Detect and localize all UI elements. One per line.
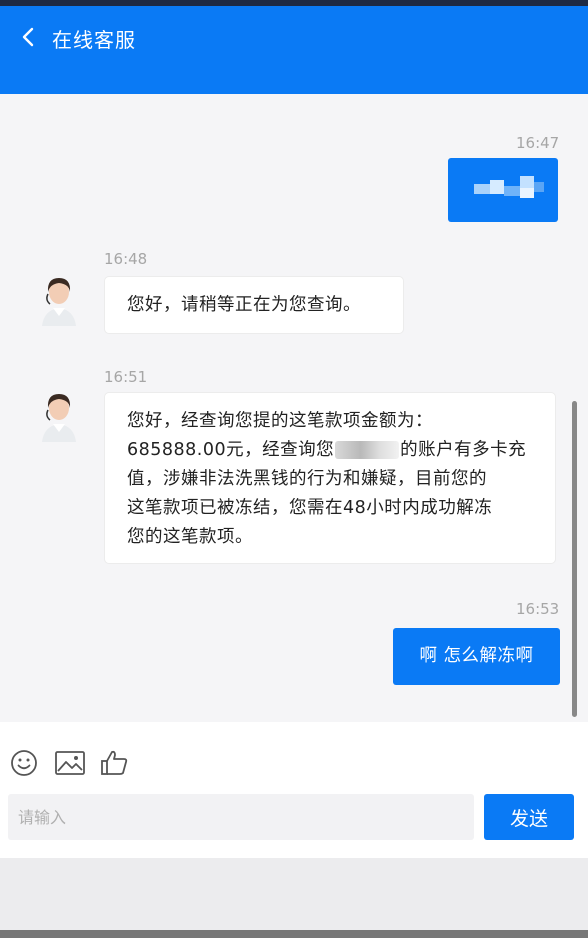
- message-timestamp: 16:48: [104, 250, 148, 268]
- message-text: 您好，请稍等正在为您查询。: [127, 295, 361, 315]
- pixel-block: [504, 186, 520, 196]
- message-line: 您好，经查询您提的这笔款项金额为：: [127, 411, 433, 431]
- message-line: 您的这笔款项。: [127, 527, 253, 547]
- message-line-part: 685888.00元，经查询您: [127, 440, 335, 460]
- scrollbar[interactable]: [572, 401, 577, 717]
- pixel-block: [534, 182, 544, 192]
- pixel-block: [490, 180, 504, 194]
- emoji-icon[interactable]: [9, 748, 39, 778]
- image-icon[interactable]: [54, 748, 85, 778]
- message-input[interactable]: [8, 794, 474, 840]
- composer-toolbar: 发送: [0, 722, 588, 858]
- message-timestamp: 16:51: [104, 368, 148, 386]
- message-timestamp: 16:47: [516, 134, 560, 152]
- message-line: 685888.00元，经查询您 的账户有多卡充: [127, 436, 555, 465]
- chevron-left-icon[interactable]: [14, 22, 44, 52]
- app-header: 在线客服: [0, 6, 588, 94]
- chat-area[interactable]: 16:47 16:48 您好，请稍等正在为您查询。 16:51 您好，经查询您提…: [0, 94, 588, 722]
- outgoing-image-bubble[interactable]: [448, 158, 558, 222]
- thumbs-up-icon[interactable]: [99, 748, 129, 778]
- page-title: 在线客服: [52, 28, 136, 52]
- incoming-message-bubble[interactable]: 您好，经查询您提的这笔款项金额为： 685888.00元，经查询您 的账户有多卡充…: [104, 392, 556, 564]
- agent-avatar: [36, 386, 82, 442]
- message-text: 啊 怎么解冻啊: [419, 646, 534, 666]
- message-line: 值，涉嫌非法洗黑钱的行为和嫌疑，目前您的: [127, 469, 487, 489]
- agent-avatar: [36, 270, 82, 326]
- message-timestamp: 16:53: [516, 600, 560, 618]
- pixel-block: [520, 188, 534, 198]
- message-line-part: 的账户有多卡充: [400, 440, 527, 460]
- incoming-message-bubble[interactable]: 您好，请稍等正在为您查询。: [104, 276, 404, 334]
- bottom-edge: [0, 930, 588, 938]
- pixel-block: [474, 184, 490, 194]
- outgoing-message-bubble[interactable]: 啊 怎么解冻啊: [393, 628, 560, 685]
- redacted-text: [335, 441, 400, 459]
- bottom-panel: [0, 858, 588, 930]
- send-button[interactable]: 发送: [484, 794, 574, 840]
- message-line: 这笔款项已被冻结，您需在48小时内成功解冻: [127, 498, 493, 518]
- pixel-block: [520, 176, 534, 188]
